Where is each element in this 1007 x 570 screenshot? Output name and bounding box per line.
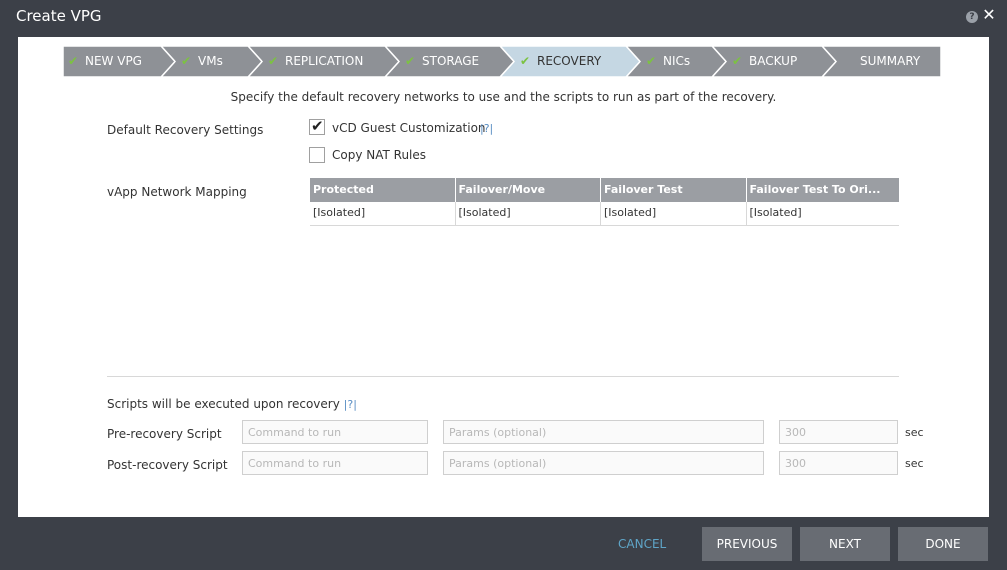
- grid-header-failover-test-to-original[interactable]: Failover Test To Ori...: [747, 178, 893, 202]
- check-icon: ✔: [268, 54, 279, 68]
- check-icon: ✔: [181, 54, 192, 68]
- done-button[interactable]: DONE: [898, 527, 988, 561]
- check-icon: ✔: [732, 54, 743, 68]
- grid-cell-failover-test-to-original[interactable]: [Isolated]: [747, 202, 893, 226]
- pre-recovery-timeout-input[interactable]: [779, 420, 898, 444]
- scripts-heading-text: Scripts will be executed upon recovery: [107, 397, 340, 411]
- wizard-step-summary[interactable]: SUMMARY: [822, 46, 941, 77]
- pre-recovery-command-input[interactable]: [242, 420, 428, 444]
- section-divider: [107, 376, 899, 377]
- vapp-network-mapping-grid: Protected Failover/Move Failover Test Fa…: [310, 178, 899, 226]
- cancel-button[interactable]: CANCEL: [618, 527, 666, 561]
- check-icon: ✔: [68, 54, 79, 68]
- step-label: NICs: [663, 54, 691, 68]
- post-recovery-params-input[interactable]: [443, 451, 764, 475]
- vcd-guest-customization-label: vCD Guest Customization: [332, 121, 486, 135]
- scripts-heading: Scripts will be executed upon recovery |…: [107, 397, 357, 411]
- copy-nat-rules-checkbox[interactable]: [309, 147, 325, 163]
- vapp-network-mapping-label: vApp Network Mapping: [107, 185, 247, 199]
- dialog-content: ✔ NEW VPG ✔ VMs ✔ REPLICATION ✔ STORAGE ✔ REC…: [18, 37, 989, 517]
- step-label: SUMMARY: [860, 54, 921, 68]
- wizard-step-nics[interactable]: ✔ NICs: [626, 46, 726, 77]
- default-recovery-settings-label: Default Recovery Settings: [107, 123, 264, 137]
- vcd-guest-help-link[interactable]: |?|: [480, 122, 493, 135]
- pre-recovery-script-label: Pre-recovery Script: [107, 427, 222, 441]
- check-icon: ✔: [520, 54, 531, 68]
- grid-header-protected[interactable]: Protected: [310, 178, 456, 202]
- post-recovery-script-label: Post-recovery Script: [107, 458, 228, 472]
- grid-cell-failover-move[interactable]: [Isolated]: [456, 202, 601, 226]
- previous-button[interactable]: PREVIOUS: [702, 527, 792, 561]
- step-label: BACKUP: [749, 54, 798, 68]
- pre-recovery-params-input[interactable]: [443, 420, 764, 444]
- post-recovery-timeout-unit: sec: [905, 457, 924, 470]
- page-subtitle: Specify the default recovery networks to…: [230, 90, 777, 104]
- wizard-step-new-vpg[interactable]: ✔ NEW VPG: [63, 46, 175, 77]
- step-label: REPLICATION: [285, 54, 364, 68]
- grid-cell-failover-test[interactable]: [Isolated]: [601, 202, 747, 226]
- next-button[interactable]: NEXT: [800, 527, 890, 561]
- close-icon[interactable]: ✕: [982, 5, 996, 25]
- dialog-titlebar: Create VPG ? ✕: [0, 0, 1007, 36]
- scripts-help-link[interactable]: |?|: [344, 398, 357, 411]
- wizard-step-vms[interactable]: ✔ VMs: [161, 46, 262, 77]
- grid-cell-protected[interactable]: [Isolated]: [310, 202, 456, 226]
- grid-header-failover-move[interactable]: Failover/Move: [456, 178, 601, 202]
- grid-header-failover-test[interactable]: Failover Test: [601, 178, 747, 202]
- step-label: NEW VPG: [85, 54, 142, 68]
- wizard-step-backup[interactable]: ✔ BACKUP: [712, 46, 836, 77]
- wizard-step-recovery[interactable]: ✔ RECOVERY: [500, 46, 640, 77]
- post-recovery-command-input[interactable]: [242, 451, 428, 475]
- post-recovery-timeout-input[interactable]: [779, 451, 898, 475]
- dialog-title: Create VPG: [16, 7, 102, 25]
- step-label: VMs: [198, 54, 223, 68]
- step-label: RECOVERY: [537, 54, 602, 68]
- question-circle-icon[interactable]: ?: [966, 11, 978, 23]
- pre-recovery-timeout-unit: sec: [905, 426, 924, 439]
- wizard-step-replication[interactable]: ✔ REPLICATION: [248, 46, 399, 77]
- grid-header-row: Protected Failover/Move Failover Test Fa…: [310, 178, 899, 202]
- wizard-steps: ✔ NEW VPG ✔ VMs ✔ REPLICATION ✔ STORAGE ✔ REC…: [63, 46, 941, 77]
- check-icon: ✔: [405, 54, 416, 68]
- wizard-step-storage[interactable]: ✔ STORAGE: [385, 46, 514, 77]
- check-icon: ✔: [646, 54, 657, 68]
- table-row[interactable]: [Isolated] [Isolated] [Isolated] [Isolat…: [310, 202, 899, 226]
- vcd-guest-customization-checkbox[interactable]: ✔: [309, 117, 325, 135]
- checkmark-icon: ✔: [311, 117, 324, 135]
- step-label: STORAGE: [422, 54, 480, 68]
- copy-nat-rules-label: Copy NAT Rules: [332, 148, 427, 162]
